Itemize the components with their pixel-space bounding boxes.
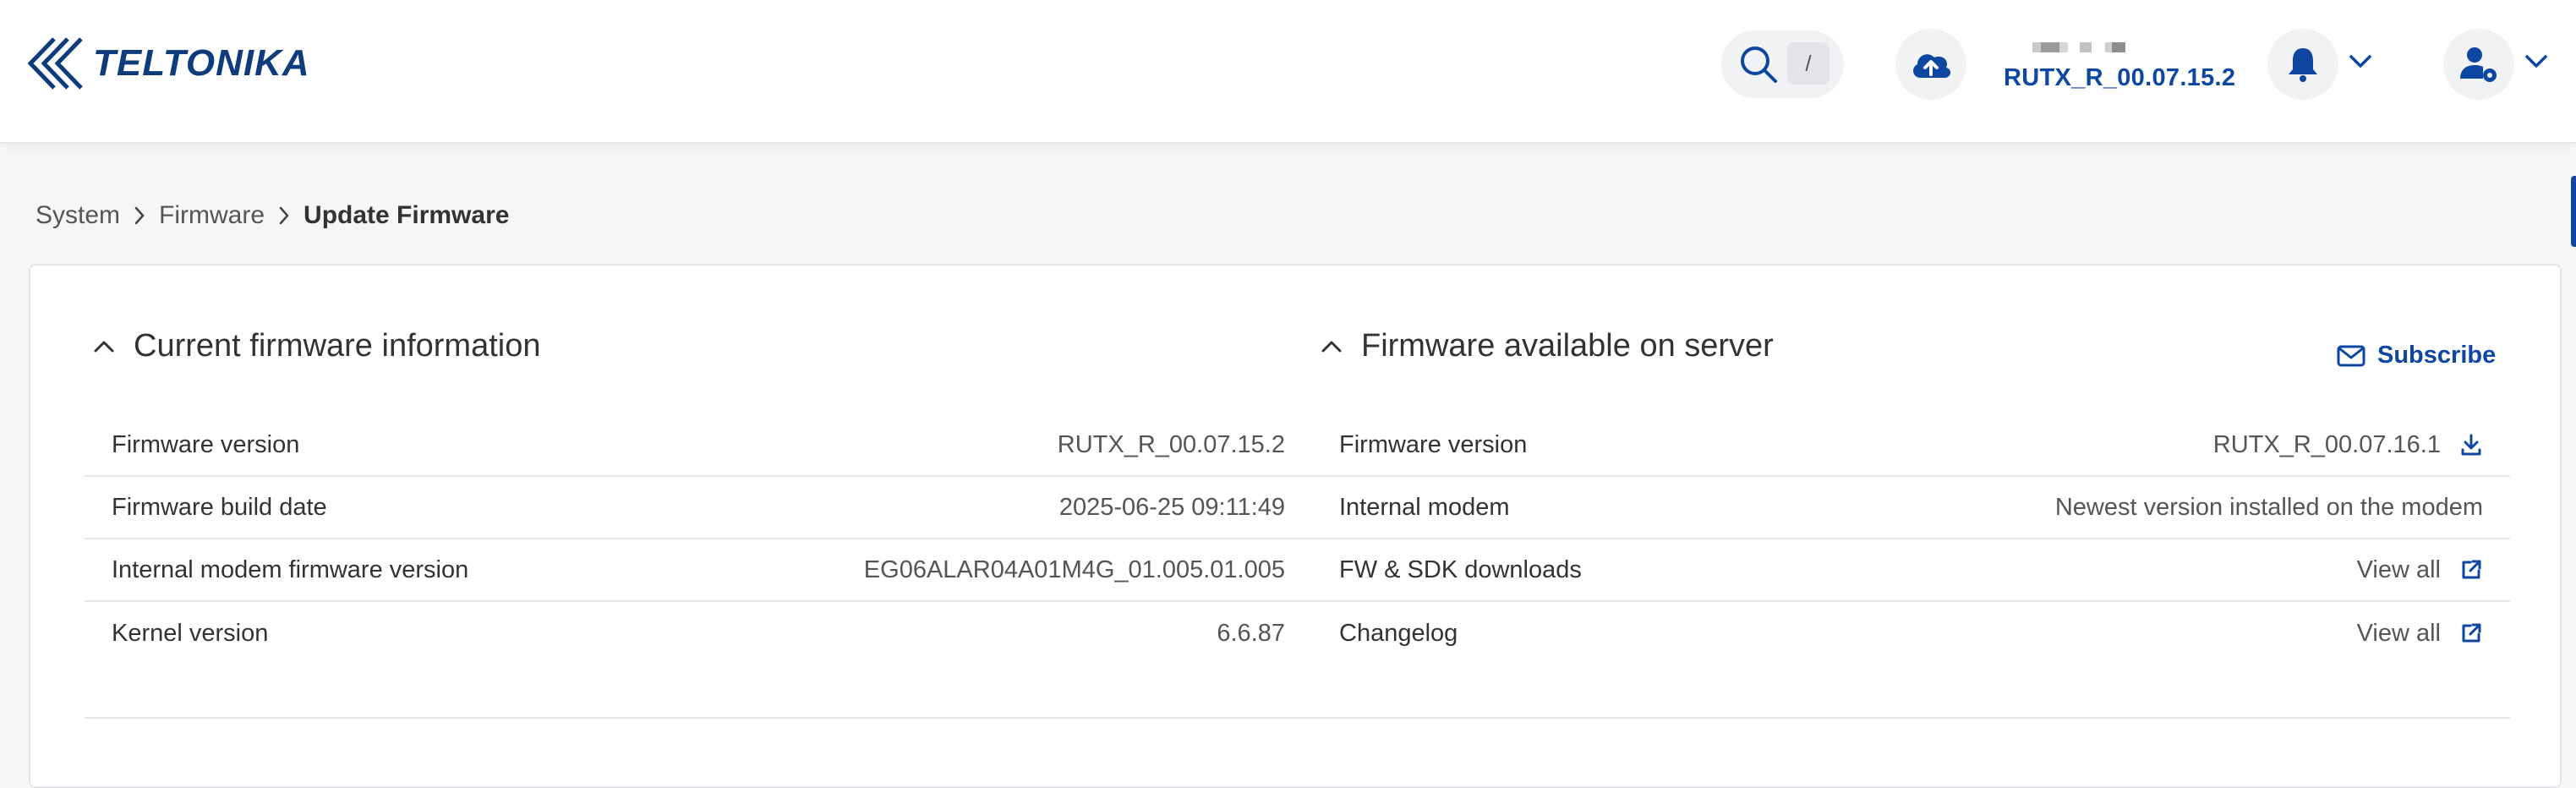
table-row: FW & SDK downloads View all — [1312, 539, 2510, 602]
server-firmware-header[interactable]: Firmware available on server — [1321, 328, 1774, 364]
chevron-down-icon[interactable] — [2524, 54, 2548, 69]
breadcrumb-firmware[interactable]: Firmware — [159, 201, 265, 230]
external-link-icon — [2459, 558, 2483, 582]
subscribe-label: Subscribe — [2377, 342, 2497, 369]
table-row: Firmware build date 2025-06-25 09:11:49 — [85, 477, 1312, 539]
row-label: Firmware version — [112, 430, 300, 458]
row-value: 2025-06-25 09:11:49 — [1058, 493, 1285, 521]
divider — [85, 717, 2510, 719]
logo-mark-icon — [27, 37, 83, 90]
row-label: Kernel version — [112, 619, 269, 647]
cloud-upload-icon — [1913, 54, 1951, 78]
view-all-label: View all — [2356, 619, 2441, 647]
table-row: Internal modem Newest version installed … — [1312, 477, 2510, 539]
table-row: Firmware version RUTX_R_00.07.16.1 — [1312, 414, 2510, 477]
row-value: RUTX_R_00.07.15.2 — [1057, 430, 1285, 458]
row-label: Changelog — [1339, 619, 1458, 647]
section-title: Current firmware information — [134, 328, 541, 364]
brand-name: TELTONIKA — [93, 42, 310, 84]
download-icon[interactable] — [2459, 433, 2483, 457]
breadcrumb-current: Update Firmware — [304, 201, 510, 229]
row-label: FW & SDK downloads — [1339, 555, 1582, 583]
table-row: Changelog View all — [1312, 602, 2510, 665]
table-row: Kernel version 6.6.87 — [85, 602, 1312, 665]
row-label: Firmware build date — [112, 493, 327, 521]
table-row: Firmware version RUTX_R_00.07.15.2 — [85, 414, 1312, 477]
chevron-down-icon[interactable] — [2349, 54, 2372, 69]
search-button[interactable]: / — [1721, 30, 1844, 98]
side-panel-tab[interactable] — [2571, 176, 2576, 247]
table-row: Internal modem firmware version EG06ALAR… — [85, 539, 1312, 602]
search-icon — [1741, 47, 1777, 83]
notifications-button[interactable] — [2267, 29, 2338, 100]
row-value: EG06ALAR04A01M4G_01.005.01.005 — [863, 555, 1285, 583]
section-title: Firmware available on server — [1361, 328, 1774, 364]
search-shortcut-key: / — [1787, 42, 1829, 85]
row-label: Firmware version — [1339, 430, 1528, 458]
external-link-icon — [2459, 621, 2483, 645]
device-firmware-version[interactable]: RUTX_R_00.07.15.2 — [2004, 64, 2235, 92]
row-label: Internal modem firmware version — [112, 555, 469, 583]
bell-icon — [2289, 48, 2317, 82]
chevron-up-icon — [1321, 340, 1343, 353]
changelog-view-all-link[interactable]: View all — [2357, 620, 2483, 648]
current-firmware-header[interactable]: Current firmware information — [93, 328, 540, 364]
chevron-right-icon — [134, 205, 145, 226]
chevron-right-icon — [278, 205, 290, 226]
breadcrumb: System Firmware Update Firmware — [36, 201, 509, 230]
row-value: RUTX_R_00.07.16.1 — [2213, 431, 2483, 459]
row-label: Internal modem — [1339, 493, 1510, 521]
server-firmware-version: RUTX_R_00.07.16.1 — [2212, 430, 2441, 458]
row-value: Newest version installed on the modem — [2054, 493, 2483, 521]
mail-icon — [2337, 345, 2365, 366]
view-all-label: View all — [2356, 555, 2441, 583]
firmware-card: Current firmware information Firmware ve… — [29, 264, 2562, 788]
chevron-up-icon — [93, 340, 115, 353]
subscribe-button[interactable]: Subscribe — [2337, 342, 2496, 369]
user-settings-icon — [2460, 47, 2497, 82]
user-menu-button[interactable] — [2443, 29, 2514, 100]
cloud-button[interactable] — [1895, 29, 1966, 100]
top-header: TELTONIKA / RUTX_R_00.07.15.2 — [0, 0, 2576, 144]
teltonika-logo[interactable]: TELTONIKA — [25, 34, 310, 93]
row-value: 6.6.87 — [1217, 619, 1285, 647]
breadcrumb-system[interactable]: System — [36, 201, 120, 230]
fw-sdk-view-all-link[interactable]: View all — [2357, 556, 2483, 584]
